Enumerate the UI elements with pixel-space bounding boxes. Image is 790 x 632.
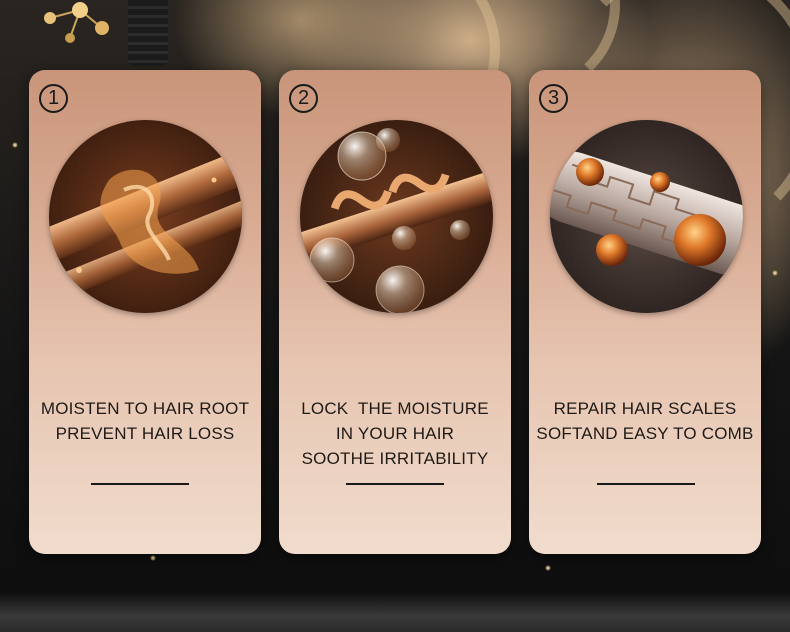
step-number-badge: 3 bbox=[539, 84, 568, 113]
moisture-droplets-image bbox=[300, 120, 493, 313]
divider-line bbox=[346, 483, 444, 485]
sparkle bbox=[12, 142, 18, 148]
feature-text: REPAIR HAIR SCALES SOFTAND EASY TO COMB bbox=[529, 396, 761, 446]
feature-line: MOISTEN TO HAIR ROOT bbox=[40, 399, 250, 418]
feature-line: SOOTHE IRRITABILITY bbox=[301, 449, 489, 468]
hair-brush-handle bbox=[128, 0, 168, 66]
feature-text: MOISTEN TO HAIR ROOT PREVENT HAIR LOSS bbox=[29, 396, 261, 446]
feature-card-3: 3 REPAIR HAIR SCALES SOFTAND EASY TO COM… bbox=[529, 70, 761, 554]
feature-line: SOFTAND EASY TO COMB bbox=[536, 424, 754, 443]
feature-card-1: 1 MOISTEN TO HAIR ROOT PREVENT HAIR LOSS bbox=[29, 70, 261, 554]
bottom-shelf bbox=[0, 592, 790, 632]
feature-line: PREVENT HAIR LOSS bbox=[55, 424, 235, 443]
feature-line: LOCK THE MOISTURE bbox=[301, 399, 489, 418]
sparkle bbox=[150, 555, 156, 561]
sparkle bbox=[545, 565, 551, 571]
feature-line: IN YOUR HAIR bbox=[335, 424, 455, 443]
hair-scales-repair-image bbox=[550, 120, 743, 313]
step-number-badge: 2 bbox=[289, 84, 318, 113]
feature-line: REPAIR HAIR SCALES bbox=[553, 399, 737, 418]
step-number-badge: 1 bbox=[39, 84, 68, 113]
feature-text: LOCK THE MOISTURE IN YOUR HAIR SOOTHE IR… bbox=[279, 396, 511, 471]
hair-strand-moisture-image bbox=[49, 120, 242, 313]
divider-line bbox=[91, 483, 189, 485]
sparkle bbox=[772, 270, 778, 276]
divider-line bbox=[597, 483, 695, 485]
feature-card-2: 2 LOCK THE MOISTURE IN YOUR HAIR SOOTHE … bbox=[279, 70, 511, 554]
molecule-icon bbox=[44, 2, 109, 43]
